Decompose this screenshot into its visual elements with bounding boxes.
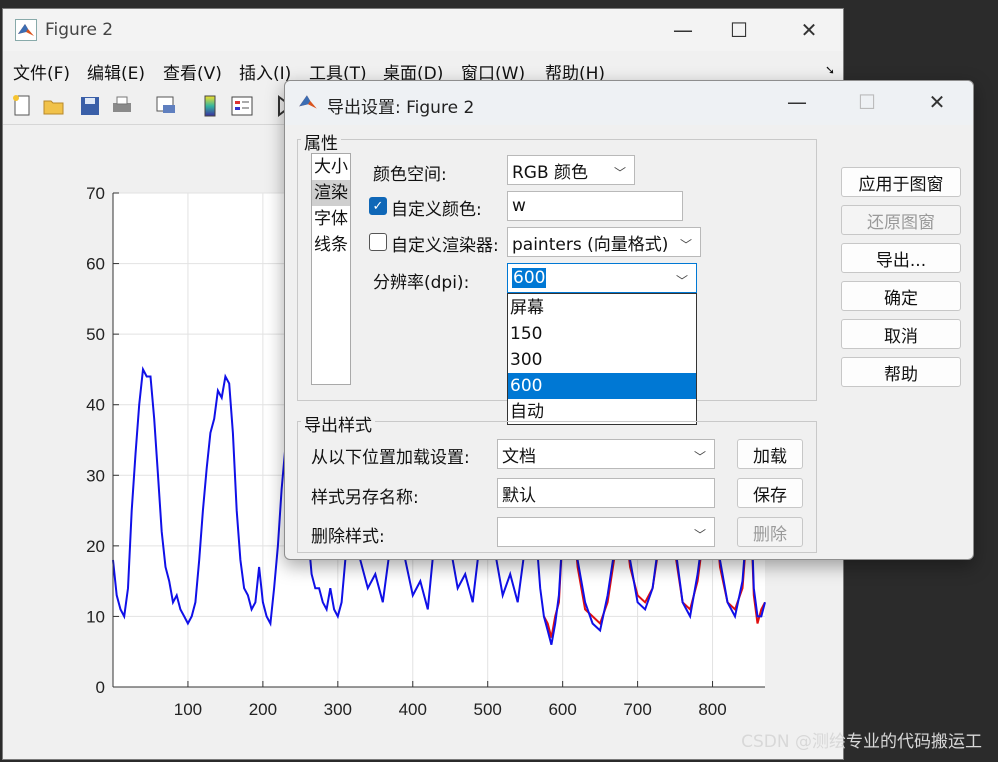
dpi-option-300[interactable]: 300 (508, 347, 696, 373)
chevron-down-icon: ﹀ (675, 274, 688, 288)
dialog-titlebar[interactable]: 导出设置: Figure 2 — ☐ ✕ (285, 81, 973, 125)
minimize-icon[interactable]: — (669, 17, 697, 43)
y-tick-label: 70 (86, 184, 105, 203)
custom-renderer-checkbox[interactable] (369, 233, 387, 251)
chevron-down-icon: ﹀ (693, 528, 706, 542)
x-tick-label: 200 (249, 700, 277, 719)
list-item-rendering[interactable]: 渲染 (312, 180, 350, 206)
x-tick-label: 400 (399, 700, 427, 719)
color-space-label: 颜色空间: (373, 165, 447, 185)
x-tick-label: 300 (324, 700, 352, 719)
load-button[interactable]: 加载 (737, 439, 803, 469)
legend-icon[interactable] (229, 93, 255, 119)
save-as-input[interactable]: 默认 (497, 478, 715, 508)
custom-color-label: 自定义颜色: (391, 200, 482, 220)
colorbar-icon[interactable] (197, 93, 223, 119)
apply-to-figure-button[interactable]: 应用于图窗 (841, 167, 961, 197)
custom-color-input[interactable]: w (507, 191, 683, 221)
chevron-down-icon: ﹀ (613, 166, 626, 180)
list-item-size[interactable]: 大小 (312, 154, 350, 180)
y-tick-label: 30 (86, 466, 105, 485)
delete-style-select[interactable]: ﹀ (497, 517, 715, 547)
load-from-select[interactable]: 文档 ﹀ (497, 439, 715, 469)
close-icon[interactable]: ✕ (795, 17, 823, 43)
save-icon[interactable] (77, 93, 103, 119)
dpi-dropdown-list: 屏幕 150 300 600 自动 (507, 293, 697, 425)
dpi-value: 600 (512, 268, 547, 288)
x-tick-label: 700 (623, 700, 651, 719)
dock-arrow-icon[interactable]: ➘ (825, 63, 835, 77)
properties-label: 属性 (301, 129, 341, 154)
print-icon[interactable] (109, 93, 135, 119)
dpi-option-600[interactable]: 600 (508, 373, 696, 399)
custom-color-checkbox[interactable]: ✓ (369, 197, 387, 215)
chevron-down-icon: ﹀ (679, 238, 692, 252)
link-icon[interactable] (153, 93, 179, 119)
figure-titlebar[interactable]: Figure 2 — ☐ ✕ (3, 9, 843, 51)
x-tick-label: 600 (548, 700, 576, 719)
dpi-select[interactable]: 600 ﹀ (507, 263, 697, 293)
minimize-icon[interactable]: — (783, 89, 811, 115)
list-item-lines[interactable]: 线条 (312, 232, 350, 258)
color-space-select[interactable]: RGB 颜色 ﹀ (507, 155, 635, 185)
restore-figure-button: 还原图窗 (841, 205, 961, 235)
maximize-icon: ☐ (858, 90, 876, 114)
help-button[interactable]: 帮助 (841, 357, 961, 387)
delete-button: 删除 (737, 517, 803, 547)
new-file-icon[interactable] (9, 93, 35, 119)
cancel-button[interactable]: 取消 (841, 319, 961, 349)
y-tick-label: 40 (86, 396, 105, 415)
close-icon[interactable]: ✕ (923, 89, 951, 115)
y-tick-label: 20 (86, 537, 105, 556)
save-button[interactable]: 保存 (737, 478, 803, 508)
dialog-title: 导出设置: Figure 2 (327, 98, 475, 118)
menu-file[interactable]: 文件(F) (13, 59, 70, 84)
x-tick-label: 500 (474, 700, 502, 719)
chevron-down-icon: ﹀ (693, 450, 706, 464)
y-tick-label: 60 (86, 255, 105, 274)
property-list[interactable]: 大小 渲染 字体 线条 (311, 153, 351, 385)
renderer-value: painters (向量格式) (512, 234, 669, 255)
y-tick-label: 50 (86, 325, 105, 344)
x-tick-label: 100 (174, 700, 202, 719)
custom-renderer-label: 自定义渲染器: (391, 236, 499, 256)
load-from-label: 从以下位置加载设置: (311, 448, 470, 468)
load-from-value: 文档 (502, 446, 536, 467)
export-button[interactable]: 导出... (841, 243, 961, 273)
dpi-option-150[interactable]: 150 (508, 321, 696, 347)
dpi-label: 分辨率(dpi): (373, 273, 470, 293)
ok-button[interactable]: 确定 (841, 281, 961, 311)
menu-edit[interactable]: 编辑(E) (87, 59, 145, 84)
maximize-icon[interactable]: ☐ (725, 17, 753, 43)
open-folder-icon[interactable] (41, 93, 67, 119)
save-as-label: 样式另存名称: (311, 488, 419, 508)
watermark: CSDN @测绘专业的代码搬运工 (741, 732, 982, 752)
list-item-fonts[interactable]: 字体 (312, 206, 350, 232)
y-tick-label: 0 (96, 678, 105, 697)
renderer-select[interactable]: painters (向量格式) ﹀ (507, 227, 701, 257)
figure-title: Figure 2 (45, 20, 114, 40)
x-tick-label: 800 (698, 700, 726, 719)
matlab-logo-icon (297, 91, 319, 113)
y-tick-label: 10 (86, 607, 105, 626)
matlab-logo-icon (15, 19, 37, 41)
menu-view[interactable]: 查看(V) (163, 59, 222, 84)
export-setup-dialog: 导出设置: Figure 2 — ☐ ✕ 属性 大小 渲染 字体 线条 颜色空间… (284, 80, 974, 560)
export-styles-label: 导出样式 (301, 411, 375, 436)
dpi-option-screen[interactable]: 屏幕 (508, 295, 696, 321)
menu-insert[interactable]: 插入(I) (239, 59, 291, 84)
color-space-value: RGB 颜色 (512, 162, 589, 183)
delete-style-label: 删除样式: (311, 527, 385, 547)
